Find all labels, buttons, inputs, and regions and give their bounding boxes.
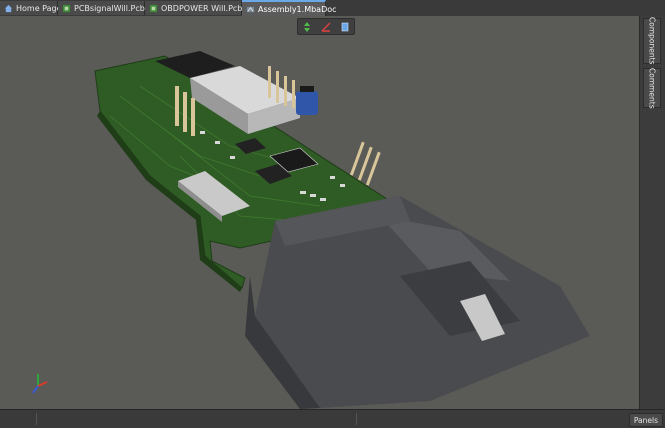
home-icon [4, 4, 13, 12]
tab-assembly1[interactable]: Assembly1.MbaDoc [242, 0, 337, 16]
pcb-doc-icon [62, 4, 71, 12]
measure-button[interactable] [320, 21, 332, 33]
view-toolbar [297, 18, 355, 35]
document-tab-bar: Home Page PCBsignalWill.PcbDoc OBDPOWER … [0, 0, 665, 17]
3d-viewport[interactable] [0, 16, 640, 409]
tab-home-page[interactable]: Home Page [0, 1, 62, 15]
right-panel-dock: Components Comments [639, 16, 665, 409]
tab-pcbsignalwill[interactable]: PCBsignalWill.PcbDoc [58, 1, 160, 15]
explode-button[interactable] [301, 21, 313, 33]
axis-triad-icon [32, 374, 48, 394]
tab-label: Assembly1.MbaDoc [258, 4, 337, 14]
assembly-doc-icon [246, 6, 255, 12]
status-divider [356, 413, 357, 425]
section-view-icon [341, 22, 348, 31]
pcb-doc-icon [149, 4, 158, 12]
panel-tab-comments[interactable]: Comments [643, 68, 661, 108]
tab-obdpower-will[interactable]: OBDPOWER Will.PcbDoc [145, 1, 258, 15]
section-view-button[interactable] [339, 21, 351, 33]
assembly-3d-render [32, 51, 590, 409]
measure-icon [321, 22, 331, 32]
panel-tab-components[interactable]: Components [643, 17, 661, 65]
panels-button[interactable]: Panels [628, 413, 663, 427]
status-divider [36, 413, 37, 425]
blue-capacitor [296, 91, 318, 115]
capacitor-top [300, 86, 314, 92]
explode-icon [304, 21, 311, 32]
tab-label: Home Page [16, 3, 62, 13]
status-bar: Panels [0, 409, 665, 428]
